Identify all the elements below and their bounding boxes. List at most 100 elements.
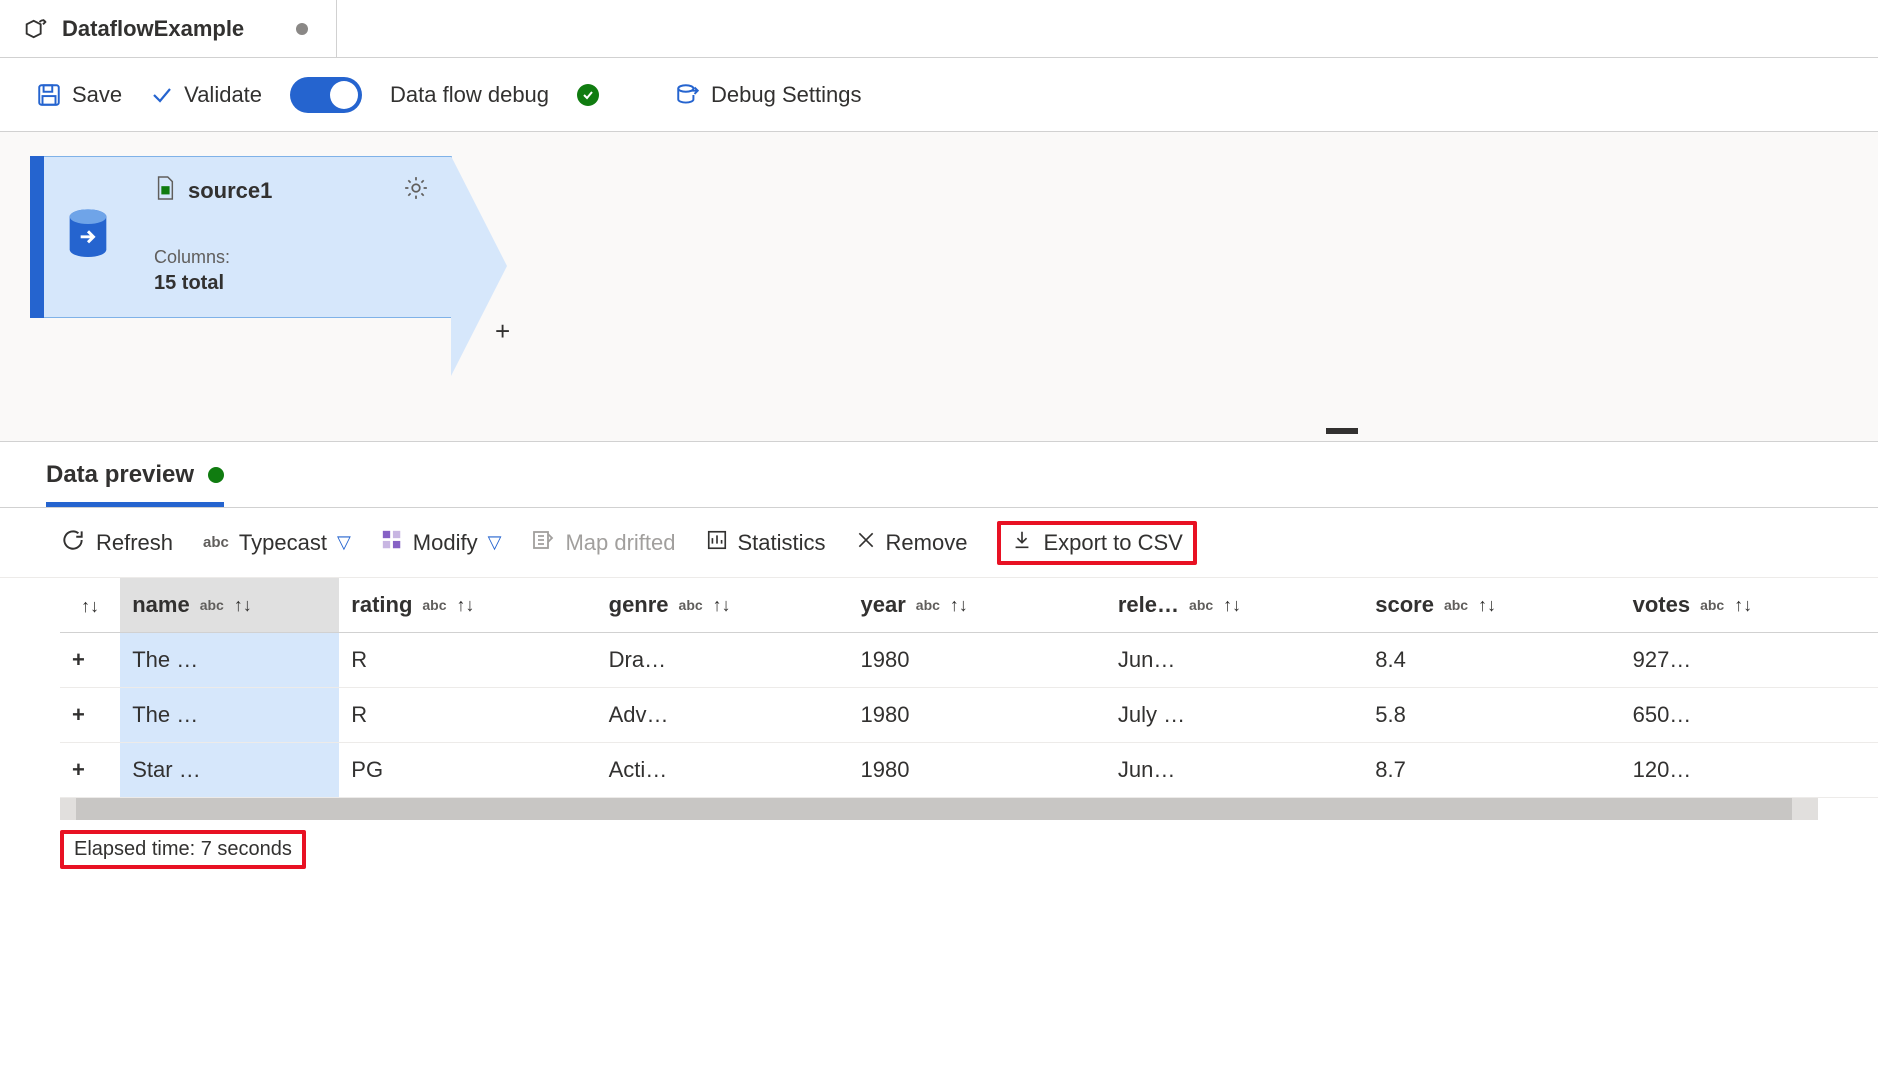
chevron-down-icon: ▽ [488,532,502,553]
table-header-row: ↑↓ name abc ↑↓ rating abc ↑↓ genre abc ↑… [60,578,1878,633]
cell: R [339,633,596,688]
typecast-button[interactable]: abc Typecast ▽ [203,530,351,556]
statistics-label: Statistics [738,530,826,556]
tab-title: DataflowExample [62,16,244,42]
col-header-rating[interactable]: rating abc ↑↓ [339,578,596,633]
map-drifted-icon [531,528,555,558]
col-header-name[interactable]: name abc ↑↓ [120,578,339,633]
debug-status-icon [577,84,599,106]
node-columns-label: Columns: [154,247,429,268]
sort-icon[interactable]: ↑↓ [713,595,731,616]
col-name-label: genre [609,592,669,618]
col-type-tag: abc [1189,597,1213,613]
validate-button[interactable]: Validate [150,82,262,108]
row-sort-header[interactable]: ↑↓ [60,578,120,633]
cell: 927… [1621,633,1878,688]
sort-icon[interactable]: ↑↓ [1478,595,1496,616]
typecast-label: Typecast [239,530,327,556]
cell: Acti… [597,743,849,798]
cell: 650… [1621,688,1878,743]
cell: 1980 [849,743,1106,798]
panel-resize-handle[interactable] [1326,428,1358,434]
expand-row-button[interactable]: + [60,743,120,798]
col-name-label: rating [351,592,412,618]
cell: 8.4 [1363,633,1620,688]
export-csv-label: Export to CSV [1043,530,1182,556]
cell: Star … [120,743,339,798]
cell: R [339,688,596,743]
cell: 8.7 [1363,743,1620,798]
cell: The … [120,633,339,688]
cell: 5.8 [1363,688,1620,743]
tab-dataflow[interactable]: DataflowExample [0,0,337,57]
remove-button[interactable]: Remove [856,530,968,556]
settings-export-icon [675,82,701,108]
col-name-label: name [132,592,189,618]
col-type-tag: abc [1444,597,1468,613]
source-node[interactable]: source1 Columns: 15 total [30,156,452,318]
debug-settings-button[interactable]: Debug Settings [675,82,861,108]
chevron-down-icon: ▽ [337,532,351,553]
sort-icon[interactable]: ↑↓ [234,595,252,616]
table-row[interactable]: + The … R Adv… 1980 July … 5.8 650… [60,688,1878,743]
cell: 1980 [849,688,1106,743]
gear-icon[interactable] [403,175,429,207]
database-icon [66,207,110,268]
sort-icon[interactable]: ↑↓ [457,595,475,616]
node-name: source1 [188,178,272,204]
sort-icon[interactable]: ↑↓ [1223,595,1241,616]
dataflow-icon [22,15,50,43]
col-header-votes[interactable]: votes abc ↑↓ [1621,578,1878,633]
node-body: source1 Columns: 15 total [132,156,452,318]
cell: 120… [1621,743,1878,798]
preview-footer: Elapsed time: 7 seconds [0,820,1878,879]
node-arrow-shape [452,156,508,318]
col-header-score[interactable]: score abc ↑↓ [1363,578,1620,633]
cell: Jun… [1106,743,1363,798]
modify-button[interactable]: Modify ▽ [381,529,502,557]
tab-data-preview[interactable]: Data preview [46,442,224,507]
validate-label: Validate [184,82,262,108]
unsaved-indicator-icon [296,23,308,35]
col-header-released[interactable]: rele… abc ↑↓ [1106,578,1363,633]
expand-row-button[interactable]: + [60,633,120,688]
modify-icon [381,529,403,557]
cell: July … [1106,688,1363,743]
expand-row-button[interactable]: + [60,688,120,743]
table-row[interactable]: + Star … PG Acti… 1980 Jun… 8.7 120… [60,743,1878,798]
refresh-button[interactable]: Refresh [60,527,173,559]
col-name-label: year [861,592,906,618]
cell: Adv… [597,688,849,743]
col-header-year[interactable]: year abc ↑↓ [849,578,1106,633]
col-header-genre[interactable]: genre abc ↑↓ [597,578,849,633]
debug-toggle[interactable] [290,77,362,113]
horizontal-scrollbar[interactable] [60,798,1818,820]
abc-icon: abc [203,534,229,551]
elapsed-time-label: Elapsed time: 7 seconds [60,830,306,869]
cell: The … [120,688,339,743]
map-drifted-button: Map drifted [531,528,675,558]
col-type-tag: abc [916,597,940,613]
save-label: Save [72,82,122,108]
statistics-button[interactable]: Statistics [706,529,826,557]
add-transform-button[interactable]: + [495,316,510,347]
node-columns-value: 15 total [154,272,429,295]
dataflow-canvas[interactable]: source1 Columns: 15 total + [0,132,1878,442]
editor-toolbar: Save Validate Data flow debug Debug Sett… [0,58,1878,132]
col-type-tag: abc [679,597,703,613]
save-button[interactable]: Save [36,82,122,108]
data-preview-table: ↑↓ name abc ↑↓ rating abc ↑↓ genre abc ↑… [60,578,1878,798]
tab-data-preview-label: Data preview [46,461,194,489]
node-select-bar [30,156,44,318]
col-type-tag: abc [422,597,446,613]
sort-icon[interactable]: ↑↓ [950,595,968,616]
table-row[interactable]: + The … R Dra… 1980 Jun… 8.4 927… [60,633,1878,688]
export-csv-button[interactable]: Export to CSV [997,521,1196,565]
remove-label: Remove [886,530,968,556]
check-icon [150,83,174,107]
tab-bar: DataflowExample [0,0,1878,58]
sort-icon[interactable]: ↑↓ [1734,595,1752,616]
cell: PG [339,743,596,798]
col-type-tag: abc [1700,597,1724,613]
close-icon [856,530,876,556]
